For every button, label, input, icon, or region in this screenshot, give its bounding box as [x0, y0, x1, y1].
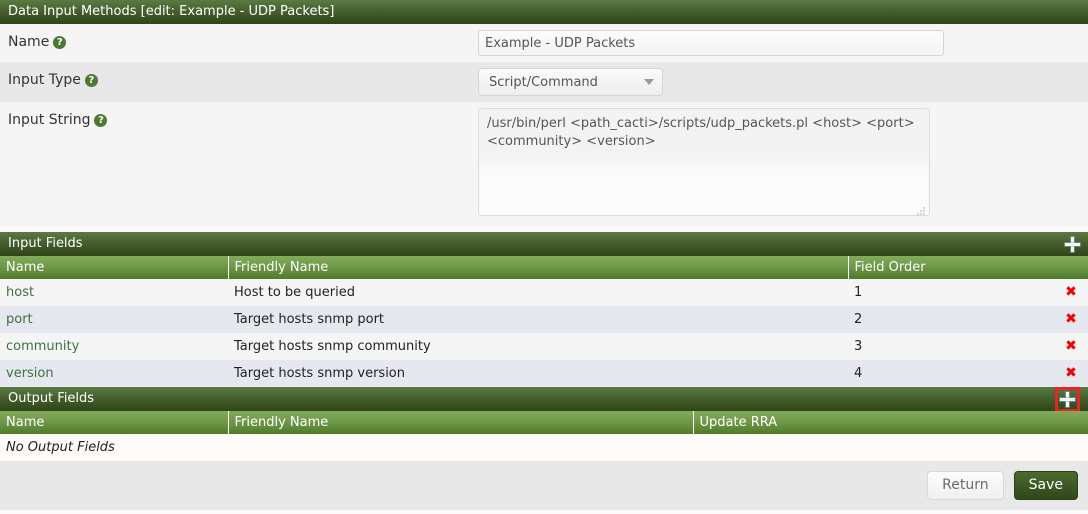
input-field-friendly: Target hosts snmp version [228, 360, 848, 387]
form-row-input-type: Input Type? Script/Command [0, 62, 1088, 102]
output-fields-header-row: Name Friendly Name Update RRA [0, 411, 1088, 434]
input-field-link[interactable]: port [6, 312, 33, 327]
input-field-delete-cell: ✖ [1048, 306, 1088, 333]
delete-icon[interactable]: ✖ [1065, 311, 1077, 327]
chevron-down-icon [644, 79, 654, 85]
input-type-select[interactable]: Script/Command [478, 68, 663, 96]
action-button-bar: Return Save [0, 461, 1088, 510]
output-fields-header: Output Fields [0, 387, 1088, 411]
input-field-link[interactable]: community [6, 339, 79, 354]
output-fields-empty-message: No Output Fields [0, 434, 1088, 461]
input-col-name[interactable]: Name [0, 256, 228, 279]
input-field-name[interactable]: version [0, 360, 228, 387]
output-col-update-rra[interactable]: Update RRA [693, 411, 1088, 434]
input-type-label-text: Input Type [8, 72, 81, 88]
input-fields-header: Input Fields [0, 232, 1088, 256]
input-type-selected-value: Script/Command [489, 75, 598, 90]
input-type-label: Input Type? [0, 62, 478, 96]
input-type-field-wrap: Script/Command [478, 62, 1088, 102]
input-field-order: 3 [848, 333, 1048, 360]
input-field-delete-cell: ✖ [1048, 279, 1088, 306]
input-field-order: 4 [848, 360, 1048, 387]
input-col-actions [1048, 256, 1088, 279]
add-output-field-highlight [1055, 387, 1080, 411]
page-title-bar: Data Input Methods [edit: Example - UDP … [0, 0, 1088, 24]
input-string-label: Input String? [0, 102, 478, 136]
input-string-label-text: Input String [8, 112, 90, 128]
input-field-link[interactable]: version [6, 366, 54, 381]
input-field-friendly: Target hosts snmp port [228, 306, 848, 333]
input-field-delete-cell: ✖ [1048, 333, 1088, 360]
return-button[interactable]: Return [927, 471, 1003, 500]
input-field-name[interactable]: port [0, 306, 228, 333]
table-row[interactable]: version Target hosts snmp version 4 ✖ [0, 360, 1088, 387]
input-fields-add-holder [1065, 232, 1080, 256]
form-row-name: Name? [0, 24, 1088, 62]
output-fields-title: Output Fields [8, 391, 94, 406]
output-fields-empty-row: No Output Fields [0, 434, 1088, 461]
save-button[interactable]: Save [1014, 471, 1078, 500]
help-icon[interactable]: ? [85, 74, 98, 87]
output-col-name[interactable]: Name [0, 411, 228, 434]
delete-icon[interactable]: ✖ [1065, 365, 1077, 381]
table-row[interactable]: port Target hosts snmp port 2 ✖ [0, 306, 1088, 333]
help-icon[interactable]: ? [94, 114, 107, 127]
name-field-wrap [478, 24, 1088, 62]
input-field-name[interactable]: community [0, 333, 228, 360]
table-row[interactable]: community Target hosts snmp community 3 … [0, 333, 1088, 360]
name-label: Name? [0, 24, 478, 58]
input-field-name[interactable]: host [0, 279, 228, 306]
table-row[interactable]: host Host to be queried 1 ✖ [0, 279, 1088, 306]
input-fields-header-row: Name Friendly Name Field Order [0, 256, 1088, 279]
delete-icon[interactable]: ✖ [1065, 284, 1077, 300]
input-fields-tbody: host Host to be queried 1 ✖ port Target … [0, 279, 1088, 387]
input-field-link[interactable]: host [6, 285, 34, 300]
page-title: Data Input Methods [edit: Example - UDP … [8, 4, 334, 19]
input-field-order: 2 [848, 306, 1048, 333]
input-fields-title: Input Fields [8, 236, 83, 251]
add-output-field-icon[interactable] [1060, 392, 1075, 407]
name-input[interactable] [478, 30, 944, 56]
form-row-input-string: Input String? [0, 102, 1088, 226]
add-input-field-icon[interactable] [1065, 237, 1080, 252]
input-field-friendly: Target hosts snmp community [228, 333, 848, 360]
output-fields-table: Name Friendly Name Update RRA No Output … [0, 411, 1088, 461]
output-fields-thead: Name Friendly Name Update RRA [0, 411, 1088, 434]
data-input-methods-page: Data Input Methods [edit: Example - UDP … [0, 0, 1088, 514]
name-label-text: Name [8, 34, 49, 50]
output-col-friendly-name[interactable]: Friendly Name [228, 411, 693, 434]
input-string-textarea-wrap [478, 108, 930, 220]
input-string-textarea[interactable] [478, 108, 930, 216]
input-col-friendly-name[interactable]: Friendly Name [228, 256, 848, 279]
help-icon[interactable]: ? [53, 36, 66, 49]
input-fields-table: Name Friendly Name Field Order host Host… [0, 256, 1088, 387]
input-field-order: 1 [848, 279, 1048, 306]
input-field-friendly: Host to be queried [228, 279, 848, 306]
input-string-field-wrap [478, 102, 1088, 226]
input-col-field-order[interactable]: Field Order [848, 256, 1048, 279]
input-fields-thead: Name Friendly Name Field Order [0, 256, 1088, 279]
delete-icon[interactable]: ✖ [1065, 338, 1077, 354]
input-field-delete-cell: ✖ [1048, 360, 1088, 387]
output-fields-tbody: No Output Fields [0, 434, 1088, 461]
output-fields-add-holder [1055, 387, 1080, 411]
